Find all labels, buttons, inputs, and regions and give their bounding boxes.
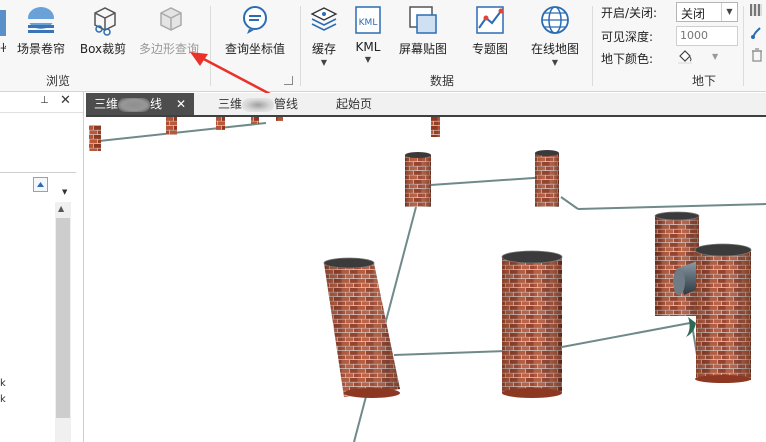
left-panel: ⊥ ✕ ▼ ▲ k k [0,92,84,442]
cache-dropdown-icon[interactable]: ▼ [306,59,342,67]
scene-roll-icon [25,4,57,36]
tab-label: 三维 [94,97,119,111]
manhole-pillar-large [694,243,752,383]
depth-input[interactable] [677,27,737,43]
query-coord-icon [239,4,271,36]
close-icon[interactable]: ✕ [176,97,186,111]
color-dropdown-icon[interactable]: ▼ [712,52,718,61]
kml-label: KML [355,40,381,54]
tab-3d-pipeline-2[interactable]: 三维 管线 [218,93,298,115]
browse-group-label: 浏览 [46,74,71,88]
close-icon[interactable]: ✕ [60,93,71,108]
svg-text:KML: KML [359,18,378,28]
cache-button[interactable]: 缓存 ▼ [306,4,342,67]
thematic-map-label: 专题图 [471,42,508,56]
depth-field[interactable] [676,26,738,46]
paint-bucket-icon[interactable] [677,48,693,64]
cache-label: 缓存 [311,42,336,56]
depth-label: 可见深度: [601,30,654,44]
scrollbar-thumb[interactable] [56,218,70,418]
3d-scene-view[interactable] [86,117,766,442]
online-map-label: 在线地图 [530,42,579,56]
tab-label: 三维 [218,97,243,111]
separator-4 [743,6,744,86]
kml-button[interactable]: KML KML ▼ [350,4,386,64]
trash-icon[interactable] [751,48,763,62]
color-label: 地下颜色: [601,52,654,66]
box-clip-icon [87,4,119,36]
manhole-pillar-large [501,250,563,398]
vertical-scrollbar[interactable]: ▲ [55,202,71,442]
tab-label: 线 [150,97,163,111]
pin-icon[interactable]: ⊥ [40,95,49,106]
separator-2 [300,6,301,86]
brush-icon[interactable] [750,26,762,40]
screen-paste-icon [407,4,439,36]
separator-3 [592,6,593,86]
ribbon: 长 场景卷帘 Box裁剪 [0,0,766,96]
chevron-down-icon[interactable]: ▼ [721,3,737,21]
screen-paste-button[interactable]: 屏幕贴图 [394,4,452,64]
list-item-fragment: k [0,378,6,389]
grid-icon[interactable] [750,4,762,16]
thematic-map-button[interactable]: 专题图 [466,4,514,64]
scene-roll-label: 场景卷帘 [16,42,65,56]
browse-group-launcher[interactable] [284,76,293,85]
polygon-query-icon [153,4,185,36]
screen-paste-label: 屏幕贴图 [398,42,447,56]
cache-icon [308,4,340,36]
tab-3d-pipeline-1[interactable]: 三维 线 ✕ [86,93,195,115]
list-item-fragment: k [0,394,6,405]
tab-label: 起始页 [336,97,373,111]
annotation-arrow [190,52,271,96]
globe-icon [539,4,571,36]
partial-label: 长 [0,40,6,52]
underground-toggle-select[interactable]: 关闭 ▼ [676,2,738,22]
left-panel-header: ⊥ ✕ [0,92,83,113]
manhole-pillar-large [323,257,400,398]
small-dropdown-icon[interactable]: ▼ [62,188,67,196]
data-group-label: 数据 [430,74,455,88]
3d-scene-canvas[interactable] [86,117,766,442]
manhole-pillar-far [89,117,440,151]
scroll-up-icon[interactable]: ▲ [58,204,64,213]
tab-start-page[interactable]: 起始页 [336,93,372,115]
partial-icon[interactable] [0,10,6,36]
kml-dropdown-icon[interactable]: ▼ [350,56,386,64]
tab-label: 管线 [274,97,299,111]
thematic-map-icon [474,4,506,36]
kml-icon: KML [352,4,384,36]
collapse-up-button[interactable] [33,177,48,192]
manhole-pillar [405,152,431,207]
redacted-text [118,97,151,112]
online-map-button[interactable]: 在线地图 ▼ [526,4,584,67]
manhole-pillar [535,150,559,207]
box-clip-button[interactable]: Box裁剪 [76,4,130,64]
document-tabbar: 三维 线 ✕ 三维 管线 起始页 [86,93,766,117]
underground-group-label: 地下 [692,74,717,88]
underground-toggle-value: 关闭 [681,7,706,21]
online-map-dropdown-icon[interactable]: ▼ [526,59,584,67]
redacted-text [242,97,275,112]
scene-roll-button[interactable]: 场景卷帘 [12,4,70,64]
toggle-label: 开启/关闭: [601,6,658,20]
box-clip-label: Box裁剪 [79,42,127,56]
